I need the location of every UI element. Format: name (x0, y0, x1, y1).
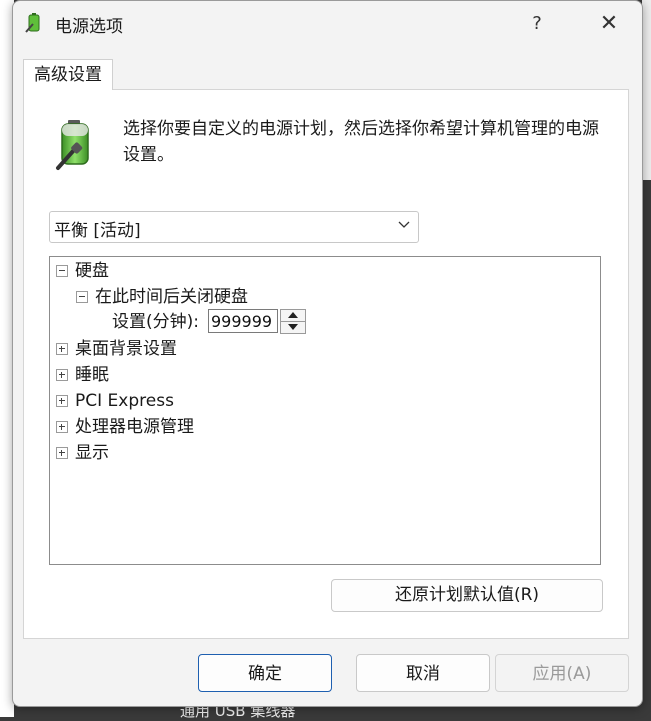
expand-icon[interactable] (56, 447, 68, 459)
tree-label: 硬盘 (75, 261, 109, 281)
tab-advanced-settings[interactable]: 高级设置 (23, 59, 113, 90)
expand-icon[interactable] (56, 421, 68, 433)
apply-button[interactable]: 应用(A) (495, 654, 629, 692)
tree-label: 睡眠 (75, 365, 109, 385)
spin-down-button[interactable] (280, 321, 306, 334)
background-window-edge (642, 0, 651, 180)
tree-label: 处理器电源管理 (75, 417, 194, 437)
tree-label: PCI Express (75, 391, 174, 411)
ok-button[interactable]: 确定 (198, 654, 332, 692)
tree-label: 显示 (75, 443, 109, 463)
advanced-settings-panel: 选择你要自定义的电源计划，然后选择你希望计算机管理的电源设置。 平衡 [活动] … (23, 89, 629, 639)
close-button[interactable]: ✕ (591, 9, 627, 39)
expand-icon[interactable] (56, 343, 68, 355)
title-bar[interactable]: 电源选项 ? ✕ (13, 1, 642, 45)
chevron-down-icon (398, 221, 410, 228)
battery-plug-icon (56, 120, 89, 170)
expand-icon[interactable] (56, 395, 68, 407)
tree-label: 桌面背景设置 (75, 339, 177, 359)
power-plan-select[interactable]: 平衡 [活动] (49, 211, 419, 243)
setting-minutes-label: 设置(分钟): (112, 312, 199, 332)
battery-plug-icon (25, 13, 40, 33)
minutes-spinbox (208, 309, 306, 334)
collapse-icon[interactable] (76, 291, 88, 303)
cancel-button[interactable]: 取消 (356, 654, 490, 692)
minutes-input[interactable] (208, 309, 278, 333)
expand-icon[interactable] (56, 369, 68, 381)
restore-defaults-button[interactable]: 还原计划默认值(R) (331, 579, 603, 612)
collapse-icon[interactable] (56, 265, 68, 277)
arrow-up-icon (288, 312, 298, 318)
description-text: 选择你要自定义的电源计划，然后选择你希望计算机管理的电源设置。 (123, 119, 599, 165)
tree-label: 在此时间后关闭硬盘 (95, 287, 248, 307)
window-title: 电源选项 (55, 17, 123, 37)
power-settings-tree[interactable]: 硬盘 在此时间后关闭硬盘 设置(分钟): 桌面背景设置 睡眠 (49, 256, 601, 565)
power-plan-value: 平衡 [活动] (54, 221, 141, 241)
power-options-dialog: 电源选项 ? ✕ 高级设置 选择你要自定义的电源计划，然后选择你希望计算机管理的… (12, 0, 643, 707)
help-button[interactable]: ? (519, 9, 555, 39)
arrow-down-icon (288, 324, 298, 330)
